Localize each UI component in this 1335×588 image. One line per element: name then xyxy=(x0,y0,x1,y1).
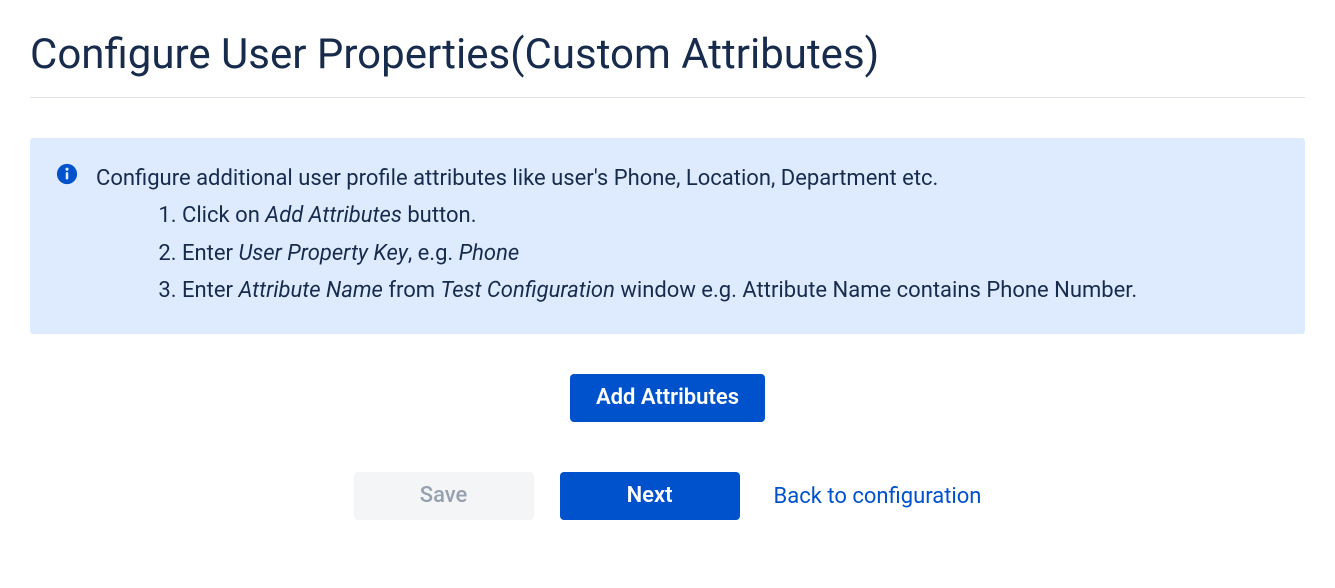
back-to-configuration-link[interactable]: Back to configuration xyxy=(774,484,982,509)
info-steps-list: Click on Add Attributes button. Enter Us… xyxy=(96,197,1137,309)
info-panel: Configure additional user profile attrib… xyxy=(30,138,1305,334)
info-icon xyxy=(56,163,78,189)
info-lead: Configure additional user profile attrib… xyxy=(96,160,1137,197)
action-row: Save Next Back to configuration xyxy=(30,472,1305,520)
info-step: Click on Add Attributes button. xyxy=(182,197,1137,234)
next-button[interactable]: Next xyxy=(560,472,740,520)
add-attributes-row: Add Attributes xyxy=(30,374,1305,422)
info-step: Enter Attribute Name from Test Configura… xyxy=(182,272,1137,309)
add-attributes-button[interactable]: Add Attributes xyxy=(570,374,765,422)
info-step: Enter User Property Key, e.g. Phone xyxy=(182,235,1137,272)
save-button[interactable]: Save xyxy=(354,472,534,520)
info-content: Configure additional user profile attrib… xyxy=(96,160,1137,310)
page-title: Configure User Properties(Custom Attribu… xyxy=(30,30,1305,98)
